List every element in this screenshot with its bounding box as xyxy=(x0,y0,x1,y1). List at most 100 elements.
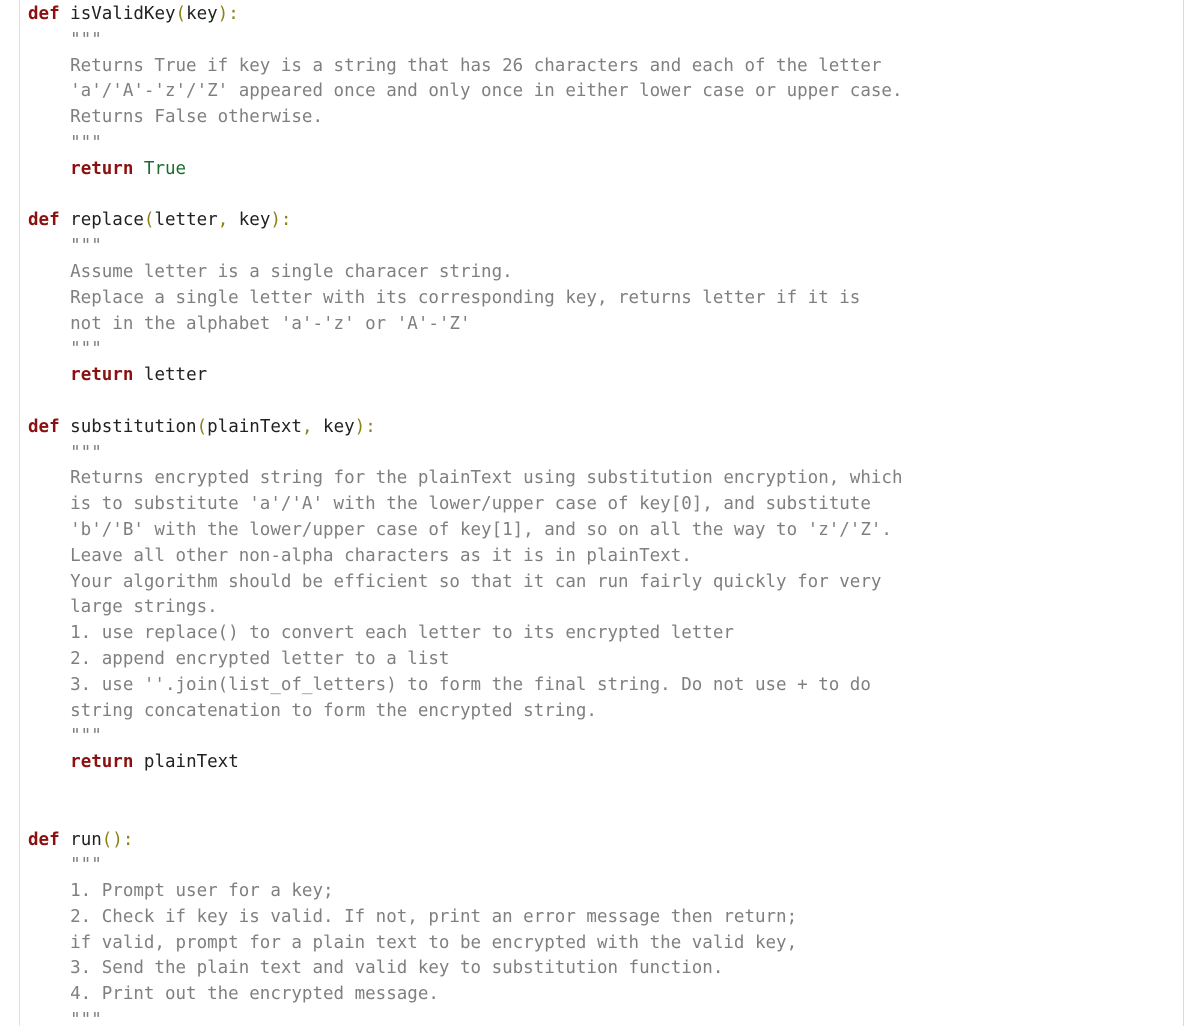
code-token-doc: large strings. xyxy=(28,597,218,618)
code-line[interactable] xyxy=(20,776,1183,802)
code-token-kw: return xyxy=(70,365,134,386)
code-token-blank xyxy=(28,391,39,411)
code-text-surface[interactable]: def isValidKey(key): """ Returns True if… xyxy=(20,0,1183,1026)
code-token-blank xyxy=(28,185,39,205)
code-token-kw: def xyxy=(28,210,60,231)
code-token-doc: """ xyxy=(28,726,102,747)
code-token-blank xyxy=(28,804,39,824)
code-line[interactable] xyxy=(20,389,1183,415)
code-token-doc: not in the alphabet 'a'-'z' or 'A'-'Z' xyxy=(28,313,471,334)
code-line[interactable]: """ xyxy=(20,131,1183,157)
code-token-doc: 4. Print out the encrypted message. xyxy=(28,984,439,1005)
code-token-doc: Returns encrypted string for the plainTe… xyxy=(28,468,903,489)
code-token-punct: ): xyxy=(354,416,376,437)
code-token-plain: key xyxy=(312,416,355,437)
code-token-doc: is to substitute 'a'/'A' with the lower/… xyxy=(28,494,871,515)
code-token-fname: isValidKey xyxy=(70,4,176,24)
code-token-punct: ): xyxy=(270,210,292,231)
code-line[interactable]: """ xyxy=(20,234,1183,260)
code-line[interactable]: Returns False otherwise. xyxy=(20,105,1183,131)
code-token-doc: Assume letter is a single characer strin… xyxy=(28,261,513,282)
code-line[interactable]: """ xyxy=(20,441,1183,467)
code-token-kw: def xyxy=(28,416,60,437)
code-token-doc: Returns False otherwise. xyxy=(28,107,324,128)
code-token-plain: key xyxy=(186,4,218,24)
code-line[interactable]: def replace(letter, key): xyxy=(20,208,1183,234)
code-line[interactable]: """ xyxy=(20,1008,1183,1026)
code-line[interactable]: """ xyxy=(20,337,1183,363)
code-token-punct: , xyxy=(217,210,229,231)
code-line[interactable]: 3. Send the plain text and valid key to … xyxy=(20,956,1183,982)
code-line[interactable] xyxy=(20,802,1183,828)
code-token-doc: Replace a single letter with its corresp… xyxy=(28,287,861,308)
code-line[interactable]: Returns encrypted string for the plainTe… xyxy=(20,466,1183,492)
code-token-doc: Leave all other non-alpha characters as … xyxy=(28,545,692,566)
code-line[interactable]: 4. Print out the encrypted message. xyxy=(20,982,1183,1008)
code-line[interactable]: if valid, prompt for a plain text to be … xyxy=(20,931,1183,957)
code-token-punct: ( xyxy=(143,210,155,231)
code-line[interactable]: def substitution(plainText, key): xyxy=(20,415,1183,441)
code-line-container[interactable]: def isValidKey(key): """ Returns True if… xyxy=(20,0,1183,1026)
code-line[interactable]: Assume letter is a single characer strin… xyxy=(20,260,1183,286)
code-token-punct: (): xyxy=(101,829,134,850)
code-line[interactable]: 1. use replace() to convert each letter … xyxy=(20,621,1183,647)
code-token-doc: Your algorithm should be efficient so th… xyxy=(28,571,882,592)
code-line[interactable]: is to substitute 'a'/'A' with the lower/… xyxy=(20,492,1183,518)
code-token-doc: if valid, prompt for a plain text to be … xyxy=(28,932,798,953)
code-token-doc: 2. append encrypted letter to a list xyxy=(28,648,450,669)
code-token-plain: letter xyxy=(154,210,218,231)
code-line[interactable]: Leave all other non-alpha characters as … xyxy=(20,544,1183,570)
code-line[interactable]: return True xyxy=(20,157,1183,183)
code-line[interactable]: 1. Prompt user for a key; xyxy=(20,879,1183,905)
code-token-kw: return xyxy=(70,158,134,179)
code-line[interactable]: def isValidKey(key): xyxy=(20,2,1183,28)
code-token-punct: ( xyxy=(196,416,208,437)
code-token-doc: """ xyxy=(28,855,102,876)
code-line[interactable]: large strings. xyxy=(20,595,1183,621)
code-line[interactable]: """ xyxy=(20,853,1183,879)
code-token-plain: key xyxy=(228,210,271,231)
code-editor-view: def isValidKey(key): """ Returns True if… xyxy=(0,0,1200,1026)
code-token-fname: run xyxy=(70,829,102,850)
code-line[interactable]: 'b'/'B' with the lower/upper case of key… xyxy=(20,518,1183,544)
code-token-doc: 'b'/'B' with the lower/upper case of key… xyxy=(28,519,892,540)
code-line[interactable]: string concatenation to form the encrypt… xyxy=(20,699,1183,725)
code-token-fname: substitution xyxy=(70,416,197,437)
code-token-punct: ( xyxy=(175,4,187,24)
right-margin-divider xyxy=(1183,0,1184,1026)
code-line[interactable]: return letter xyxy=(20,363,1183,389)
code-line[interactable]: Replace a single letter with its corresp… xyxy=(20,286,1183,312)
code-token-doc: """ xyxy=(28,339,102,360)
code-token-doc: 3. Send the plain text and valid key to … xyxy=(28,958,724,979)
code-line[interactable]: """ xyxy=(20,724,1183,750)
code-token-blank xyxy=(28,778,39,798)
code-token-doc: 1. Prompt user for a key; xyxy=(28,881,334,902)
code-line[interactable] xyxy=(20,183,1183,209)
code-token-plain: plainText xyxy=(207,416,302,437)
code-line[interactable]: return plainText xyxy=(20,750,1183,776)
code-line[interactable]: Your algorithm should be efficient so th… xyxy=(20,570,1183,596)
code-line[interactable]: not in the alphabet 'a'-'z' or 'A'-'Z' xyxy=(20,312,1183,338)
code-line[interactable]: 2. Check if key is valid. If not, print … xyxy=(20,905,1183,931)
code-token-doc: """ xyxy=(28,1010,102,1026)
code-line[interactable]: Returns True if key is a string that has… xyxy=(20,54,1183,80)
code-token-kw: def xyxy=(28,4,60,24)
code-token-doc: 'a'/'A'-'z'/'Z' appeared once and only o… xyxy=(28,81,903,102)
code-token-doc: 3. use ''.join(list_of_letters) to form … xyxy=(28,674,871,695)
code-line[interactable]: def run(): xyxy=(20,828,1183,854)
code-token-doc: Returns True if key is a string that has… xyxy=(28,55,882,76)
code-line[interactable]: 'a'/'A'-'z'/'Z' appeared once and only o… xyxy=(20,79,1183,105)
code-token-punct: ): xyxy=(217,4,239,24)
code-line[interactable]: 3. use ''.join(list_of_letters) to form … xyxy=(20,673,1183,699)
code-line[interactable]: """ xyxy=(20,28,1183,54)
code-token-doc: """ xyxy=(28,236,102,257)
code-line[interactable]: 2. append encrypted letter to a list xyxy=(20,647,1183,673)
code-token-doc: """ xyxy=(28,29,102,50)
